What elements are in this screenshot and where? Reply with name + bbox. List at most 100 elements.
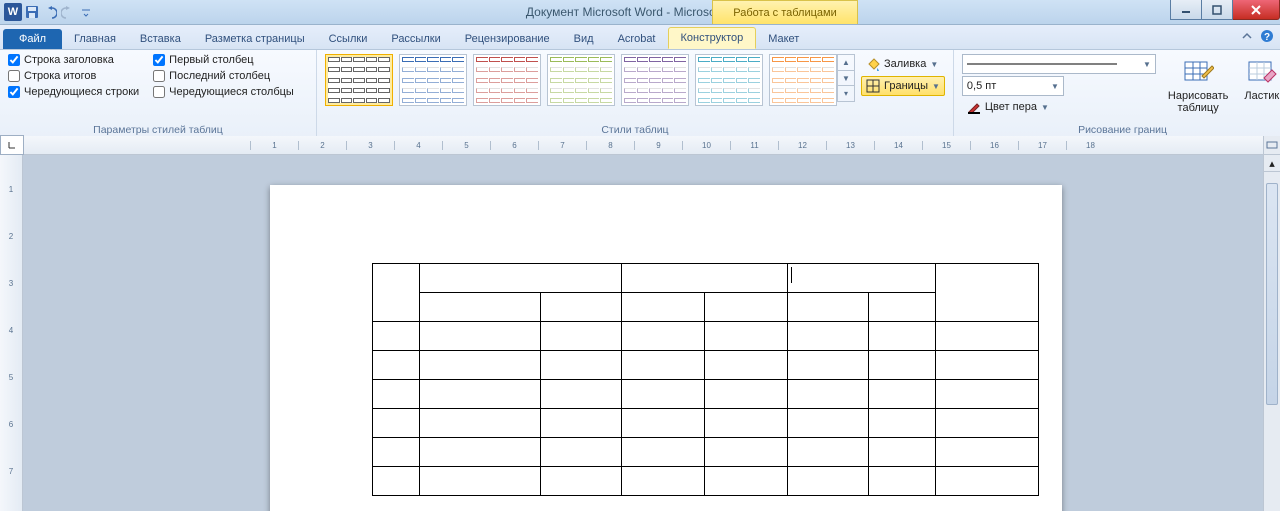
table-cell[interactable]	[869, 409, 936, 438]
gallery-down-icon[interactable]: ▼	[838, 71, 854, 87]
table-style-thumb[interactable]	[695, 54, 763, 106]
table-cell[interactable]	[869, 438, 936, 467]
help-icon[interactable]: ?	[1260, 29, 1274, 43]
shading-button[interactable]: Заливка ▼	[861, 54, 945, 74]
pen-color-button[interactable]: Цвет пера ▼	[962, 98, 1156, 116]
table-cell[interactable]	[705, 438, 788, 467]
table-cell[interactable]	[622, 351, 705, 380]
qat-more-icon[interactable]	[78, 4, 94, 20]
eraser-button[interactable]: Ластик	[1240, 54, 1280, 104]
table-cell[interactable]	[541, 438, 622, 467]
table-style-thumb[interactable]	[399, 54, 467, 106]
table-cell[interactable]	[420, 409, 541, 438]
table-cell[interactable]	[420, 467, 541, 496]
tab-mailings[interactable]: Рассылки	[379, 29, 452, 49]
table-cell[interactable]	[622, 380, 705, 409]
table-cell[interactable]	[373, 351, 420, 380]
table-cell[interactable]	[788, 322, 869, 351]
table-cell[interactable]	[788, 438, 869, 467]
table-cell[interactable]	[869, 322, 936, 351]
table-cell[interactable]	[936, 322, 1039, 351]
table-cell[interactable]	[788, 380, 869, 409]
table-cell[interactable]	[373, 380, 420, 409]
table-style-thumb[interactable]	[547, 54, 615, 106]
table-cell[interactable]	[705, 380, 788, 409]
table-style-thumb[interactable]	[769, 54, 837, 106]
table-cell[interactable]	[869, 467, 936, 496]
check-banded-cols[interactable]: Чередующиеся столбцы	[153, 86, 294, 98]
scroll-up-icon[interactable]: ▴	[1264, 155, 1280, 172]
table-cell[interactable]	[705, 322, 788, 351]
check-header-row[interactable]: Строка заголовка	[8, 54, 139, 66]
table-style-thumb[interactable]	[621, 54, 689, 106]
check-first-column[interactable]: Первый столбец	[153, 54, 294, 66]
table-cell[interactable]	[420, 351, 541, 380]
table-cell[interactable]	[541, 380, 622, 409]
table-cell[interactable]	[788, 293, 869, 322]
table-cell[interactable]	[420, 380, 541, 409]
undo-icon[interactable]	[42, 4, 58, 20]
table-cell[interactable]	[420, 264, 622, 293]
table-cell[interactable]	[936, 409, 1039, 438]
tab-stop-selector[interactable]	[0, 135, 24, 155]
gallery-more-icon[interactable]: ▾	[838, 86, 854, 101]
table-cell[interactable]	[541, 351, 622, 380]
tab-table-layout[interactable]: Макет	[756, 29, 811, 49]
table-cell[interactable]	[705, 293, 788, 322]
table-cell[interactable]	[420, 438, 541, 467]
table-cell[interactable]	[541, 409, 622, 438]
check-banded-rows[interactable]: Чередующиеся строки	[8, 86, 139, 98]
check-total-row[interactable]: Строка итогов	[8, 70, 139, 82]
vertical-scrollbar[interactable]: ▴	[1263, 155, 1280, 511]
table-cell[interactable]	[936, 467, 1039, 496]
redo-icon[interactable]	[60, 4, 76, 20]
table-cell[interactable]	[541, 322, 622, 351]
vertical-ruler[interactable]: 1234567	[0, 155, 23, 511]
table-cell[interactable]	[420, 293, 541, 322]
table-cell[interactable]	[788, 351, 869, 380]
table-cell[interactable]	[373, 467, 420, 496]
table-cell[interactable]	[373, 322, 420, 351]
gallery-scroll[interactable]: ▲ ▼ ▾	[837, 54, 855, 102]
minimize-button[interactable]	[1170, 0, 1202, 20]
borders-button[interactable]: Границы ▼	[861, 76, 945, 96]
table-cell[interactable]	[869, 351, 936, 380]
maximize-button[interactable]	[1202, 0, 1233, 20]
scroll-thumb[interactable]	[1266, 183, 1278, 405]
table-cell[interactable]	[541, 293, 622, 322]
table-cell[interactable]	[622, 438, 705, 467]
gallery-up-icon[interactable]: ▲	[838, 55, 854, 71]
table-cell[interactable]	[622, 322, 705, 351]
table-cell[interactable]	[936, 264, 1039, 322]
table-cell[interactable]	[541, 467, 622, 496]
table-cell[interactable]	[788, 264, 936, 293]
table-cell[interactable]	[936, 380, 1039, 409]
table-cell[interactable]	[705, 409, 788, 438]
horizontal-ruler[interactable]: 123456789101112131415161718	[24, 136, 1263, 154]
table-cell[interactable]	[705, 467, 788, 496]
table-style-thumb[interactable]	[325, 54, 393, 106]
tab-file[interactable]: Файл	[3, 29, 62, 49]
table-cell[interactable]	[373, 264, 420, 322]
table-styles-gallery[interactable]	[325, 54, 837, 106]
tab-home[interactable]: Главная	[62, 29, 128, 49]
table-cell[interactable]	[936, 351, 1039, 380]
tab-insert[interactable]: Вставка	[128, 29, 193, 49]
tab-table-design[interactable]: Конструктор	[668, 27, 757, 49]
table-cell[interactable]	[373, 409, 420, 438]
table-cell[interactable]	[705, 351, 788, 380]
tab-page-layout[interactable]: Разметка страницы	[193, 29, 317, 49]
table-style-thumb[interactable]	[473, 54, 541, 106]
check-last-column[interactable]: Последний столбец	[153, 70, 294, 82]
table-cell[interactable]	[622, 467, 705, 496]
pen-weight-combo[interactable]: 0,5 пт ▼	[962, 76, 1064, 96]
table-cell[interactable]	[788, 409, 869, 438]
tab-view[interactable]: Вид	[562, 29, 606, 49]
close-button[interactable]	[1233, 0, 1280, 20]
document-page[interactable]	[270, 185, 1062, 511]
table-cell[interactable]	[936, 438, 1039, 467]
tab-references[interactable]: Ссылки	[317, 29, 380, 49]
table-cell[interactable]	[622, 264, 788, 293]
ruler-toggle-icon[interactable]	[1263, 136, 1280, 154]
minimize-ribbon-icon[interactable]	[1240, 29, 1254, 43]
